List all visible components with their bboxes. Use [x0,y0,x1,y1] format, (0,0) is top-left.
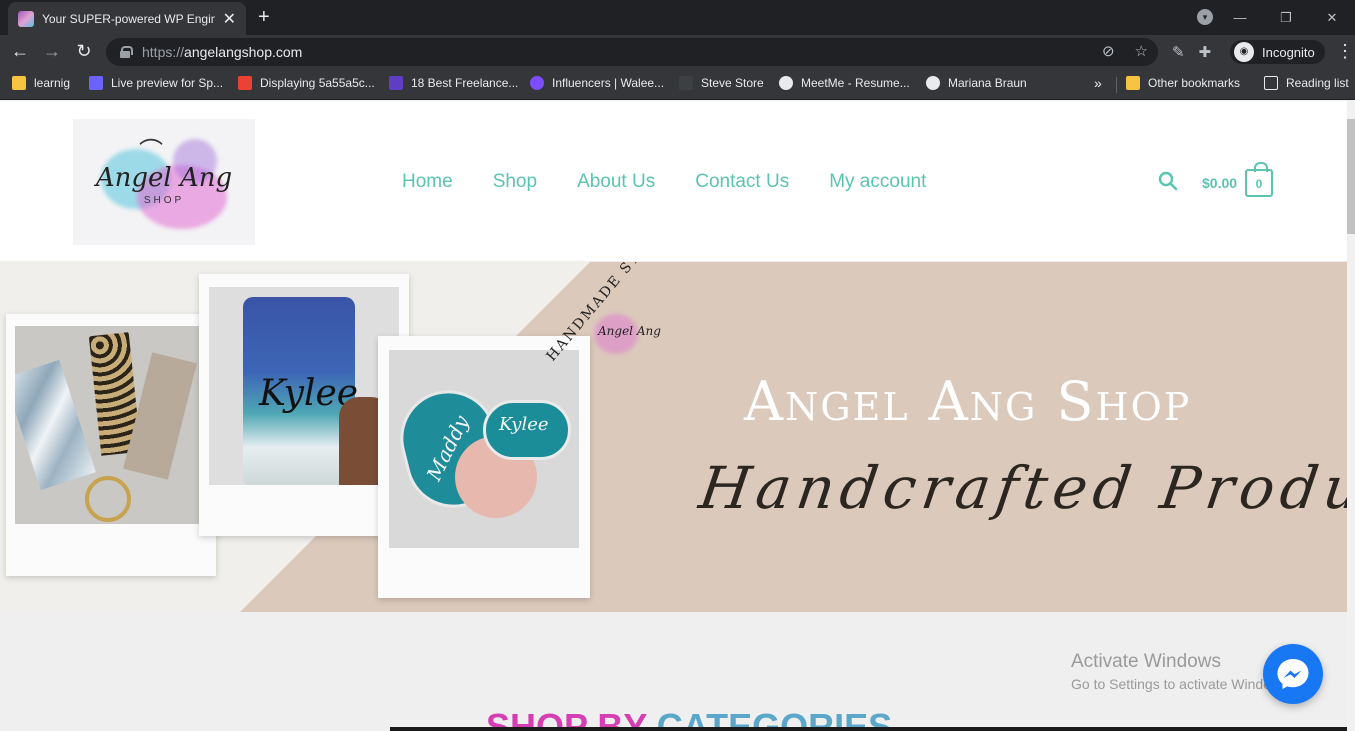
bookmark-label: Influencers | Walee... [552,76,665,90]
lock-icon[interactable] [120,46,133,58]
nav-about-us[interactable]: About Us [577,171,655,193]
store-icon [679,76,693,90]
gmail-icon [238,76,252,90]
search-icon[interactable] [1158,171,1178,191]
nav-home[interactable]: Home [402,171,453,193]
messenger-chat-button[interactable] [1263,644,1323,704]
folder-icon [12,76,26,90]
site-logo[interactable]: ⌒ Angel Ang SHOP [73,119,255,245]
other-bookmarks[interactable]: Other bookmarks [1126,76,1240,90]
polaroid-badges: Maddy Kylee [378,336,590,598]
page-viewport: ⌒ Angel Ang SHOP Home Shop About Us Cont… [0,101,1355,731]
badge-name-2: Kylee [499,414,549,435]
logo-text: Angel Ang [95,163,233,193]
browser-menu-icon[interactable]: ⋮ [1336,41,1354,62]
bookmark-item[interactable]: 18 Best Freelance... [389,76,518,90]
bookmark-item[interactable]: learnig [12,76,70,90]
stamp-logo-text: Angel Ang [598,324,661,338]
reading-list-label: Reading list [1286,76,1349,90]
tumbler-photo: Kylee [209,287,399,485]
bookmark-label: Mariana Braun [948,76,1027,90]
holographic-strap [15,359,96,491]
url-scheme: https:// [142,44,185,60]
bookmark-label: 18 Best Freelance... [411,76,519,90]
key-ring [85,476,131,522]
polaroid-keychains [6,314,216,576]
reload-icon[interactable]: ↻ [72,41,96,62]
bookmark-label: Displaying 5a55a5c... [260,76,375,90]
hero-subtitle: Handcrafted Products [695,454,1347,522]
pen-extension-icon[interactable]: ✎ [1172,43,1185,61]
angel-wings-icon: ⌒ [139,138,163,165]
cart-total[interactable]: $0.00 [1202,175,1237,191]
bookmark-item[interactable]: Live preview for Sp... [89,76,223,90]
back-arrow-icon[interactable]: ← [8,41,32,62]
incognito-icon: ◉ [1234,42,1254,62]
nav-my-account[interactable]: My account [829,171,926,193]
incognito-label: Incognito [1262,44,1315,60]
activate-title: Activate Windows [1071,651,1221,672]
preview-icon [89,76,103,90]
reading-list-icon [1264,76,1278,90]
globe-icon [779,76,793,90]
nav-contact-us[interactable]: Contact Us [695,171,789,193]
site-favicon-icon [18,10,34,27]
new-tab-button[interactable]: + [258,6,270,29]
bookmark-star-icon[interactable]: ☆ [1135,42,1148,60]
bookmark-label: Live preview for Sp... [111,76,224,90]
site-header: ⌒ Angel Ang SHOP Home Shop About Us Cont… [0,101,1347,261]
bookmarks-bar: learnig Live preview for Sp... Displayin… [0,69,1355,100]
messenger-icon [1277,659,1309,689]
scrollbar-thumb[interactable] [1347,119,1355,234]
bookmark-item[interactable]: Steve Store [679,76,764,90]
hero-title: Angel Ang Shop [744,370,1192,433]
hero-banner: Kylee Maddy Kylee Angel Ang HANDMADE STU… [0,262,1347,612]
window-controls: — ❐ ✕ [1217,0,1355,35]
minimize-icon[interactable]: — [1217,10,1263,25]
activate-windows-watermark: Activate Windows Go to Settings to activ… [1071,651,1292,692]
cart-bag-icon[interactable]: 0 [1245,162,1273,197]
bottom-edge-bar [390,727,1347,731]
page-scrollbar[interactable] [1347,101,1355,731]
globe-icon [926,76,940,90]
browser-toolbar: ← → ↻ https:// angelangshop.com ⊘ ☆ ✎ ✚ … [0,35,1355,69]
activate-subtitle: Go to Settings to activate Windows. [1071,676,1292,692]
browser-tab-strip: Your SUPER-powered WP Engine ✕ + ▾ — ❐ ✕ [0,0,1355,35]
window-close-icon[interactable]: ✕ [1309,10,1355,26]
main-navigation: Home Shop About Us Contact Us My account [402,171,926,193]
bookmarks-divider [1116,77,1117,93]
link-icon [530,76,544,90]
tab-search-icon[interactable]: ▾ [1197,9,1213,25]
bookmark-label: Steve Store [701,76,764,90]
hired-icon [389,76,403,90]
keychains-photo [15,326,205,524]
bookmark-label: MeetMe - Resume... [801,76,910,90]
tab-title: Your SUPER-powered WP Engine [42,11,215,26]
badges-photo: Maddy Kylee [389,350,579,548]
tracking-blocked-icon[interactable]: ⊘ [1102,42,1115,60]
other-bookmarks-label: Other bookmarks [1148,76,1241,90]
close-icon[interactable]: ✕ [223,9,236,29]
folder-icon [1126,76,1140,90]
incognito-badge[interactable]: ◉ Incognito [1230,40,1325,64]
address-bar[interactable]: https:// angelangshop.com ⊘ ☆ [106,38,1158,66]
bookmark-item[interactable]: Displaying 5a55a5c... [238,76,375,90]
url-host: angelangshop.com [184,44,303,60]
reading-list[interactable]: Reading list [1264,76,1349,90]
bookmark-item[interactable]: Mariana Braun [926,76,1027,90]
extensions-puzzle-icon[interactable]: ✚ [1199,43,1212,61]
more-bookmarks-icon[interactable]: » [1094,75,1102,91]
restore-icon[interactable]: ❐ [1263,10,1309,26]
forward-arrow-icon[interactable]: → [40,41,64,62]
bookmark-item[interactable]: Influencers | Walee... [530,76,664,90]
logo-subtext: SHOP [143,195,185,206]
bookmark-label: learnig [34,76,71,90]
nav-shop[interactable]: Shop [493,171,537,193]
bookmark-item[interactable]: MeetMe - Resume... [779,76,910,90]
browser-tab[interactable]: Your SUPER-powered WP Engine ✕ [8,2,246,35]
